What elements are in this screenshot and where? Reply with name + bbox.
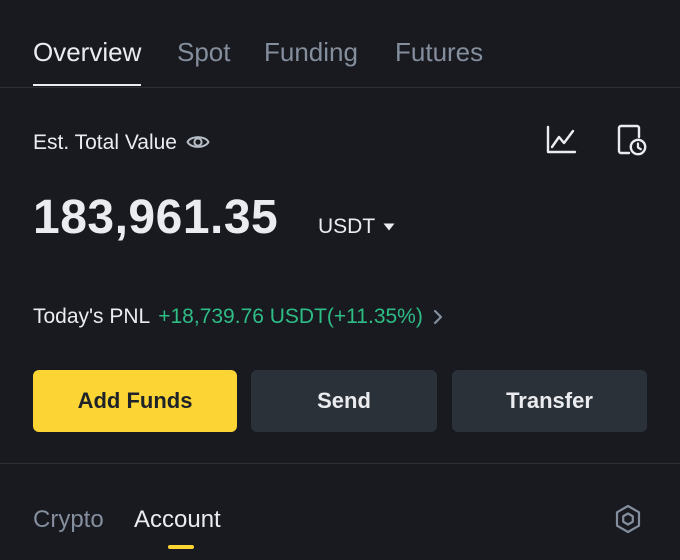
document-clock-icon[interactable] (615, 123, 649, 157)
tab-futures[interactable]: Futures (395, 36, 483, 68)
transfer-button[interactable]: Transfer (452, 370, 647, 432)
section-divider (0, 463, 680, 464)
caret-down-icon (383, 223, 395, 231)
pnl-label: Today's PNL (33, 305, 151, 328)
tab-spot[interactable]: Spot (177, 36, 231, 68)
tab-overview[interactable]: Overview (33, 36, 142, 86)
add-funds-button[interactable]: Add Funds (33, 370, 237, 432)
total-balance: 183,961.35 (33, 191, 279, 244)
est-total-value-label: Est. Total Value (33, 131, 177, 154)
eye-icon[interactable] (186, 131, 210, 153)
send-button[interactable]: Send (251, 370, 437, 432)
line-chart-icon[interactable] (545, 124, 577, 156)
todays-pnl-row[interactable]: Today's PNL +18,739.76 USDT(+11.35%) (33, 304, 443, 330)
hexagon-settings-icon[interactable] (614, 504, 642, 534)
active-tab-indicator (168, 545, 194, 549)
currency-label: USDT (318, 215, 376, 238)
currency-selector[interactable]: USDT (318, 214, 395, 240)
top-tab-bar: Overview Spot Funding Futures (0, 0, 680, 88)
pnl-value: +18,739.76 USDT(+11.35%) (158, 305, 423, 328)
chevron-right-icon (433, 309, 442, 325)
tab-crypto[interactable]: Crypto (33, 505, 104, 535)
tab-funding[interactable]: Funding (264, 36, 358, 68)
tab-account[interactable]: Account (134, 505, 221, 535)
